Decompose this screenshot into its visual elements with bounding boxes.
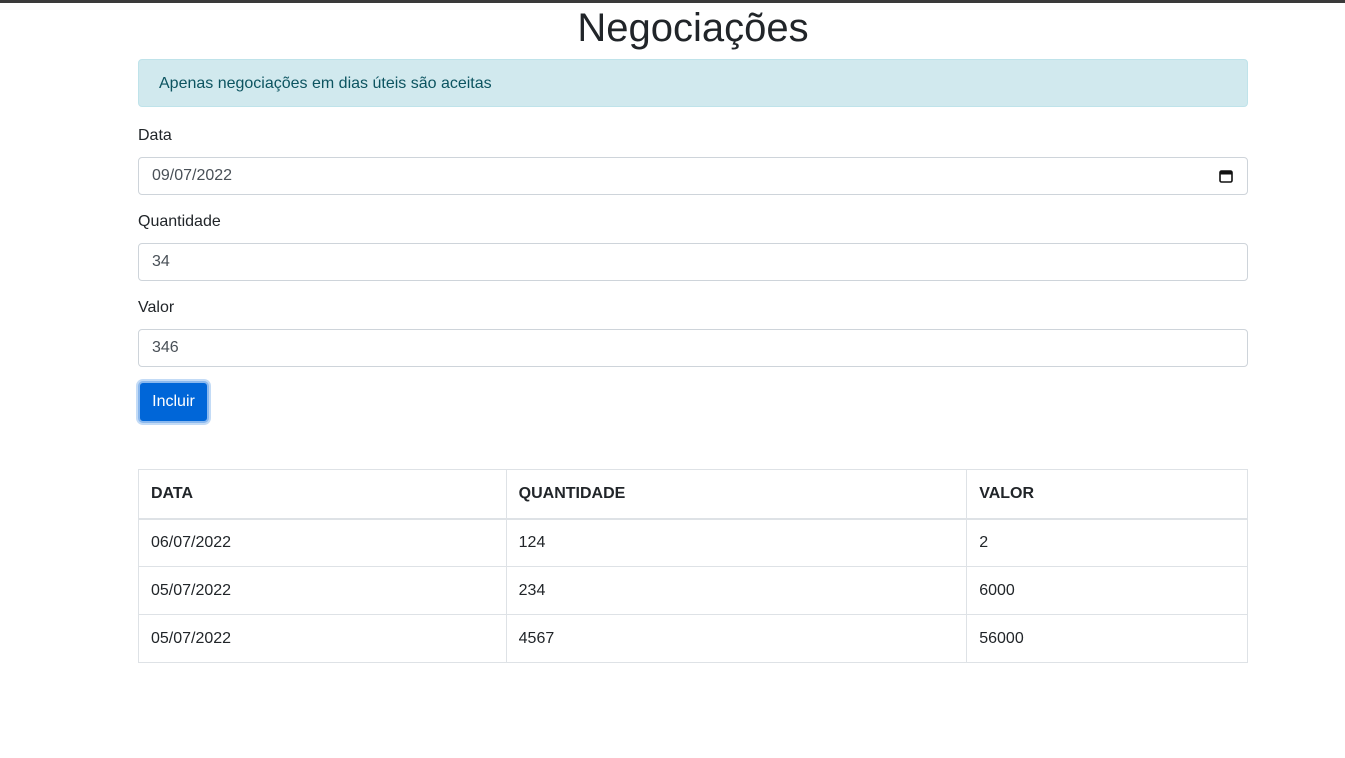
column-header-quantidade[interactable]: QUANTIDADE: [505, 469, 968, 520]
valor-input[interactable]: 346: [138, 329, 1248, 367]
cell-valor: 6000: [966, 566, 1248, 615]
cell-valor: 56000: [966, 614, 1248, 663]
table-header-row: DATA QUANTIDADE VALOR: [138, 469, 1248, 520]
calendar-icon[interactable]: [1219, 169, 1233, 183]
data-date-value: 09/07/2022: [152, 167, 233, 184]
cell-quantidade: 124: [505, 518, 968, 567]
cell-valor: 2: [966, 518, 1248, 567]
cell-quantidade: 234: [505, 566, 968, 615]
window-top-border: [0, 0, 1345, 3]
column-header-valor[interactable]: VALOR: [966, 469, 1248, 520]
negociacoes-table: DATA QUANTIDADE VALOR 06/07/2022 124 2 0…: [138, 469, 1248, 663]
column-header-data[interactable]: DATA: [138, 469, 507, 520]
cell-quantidade: 4567: [505, 614, 968, 663]
incluir-button[interactable]: Incluir: [138, 381, 209, 423]
table-row[interactable]: 05/07/2022 234 6000: [138, 566, 1248, 615]
page-title: Negociações: [577, 6, 809, 50]
data-date-input[interactable]: 09/07/2022: [138, 157, 1248, 195]
quantidade-value: 34: [152, 253, 170, 270]
cell-data: 05/07/2022: [138, 614, 507, 663]
valor-label: Valor: [138, 299, 175, 316]
cell-data: 05/07/2022: [138, 566, 507, 615]
table-row[interactable]: 05/07/2022 4567 56000: [138, 614, 1248, 663]
valor-value: 346: [152, 339, 179, 356]
quantidade-label: Quantidade: [138, 213, 221, 230]
quantidade-input[interactable]: 34: [138, 243, 1248, 281]
table-row[interactable]: 06/07/2022 124 2: [138, 518, 1248, 567]
cell-data: 06/07/2022: [138, 518, 507, 567]
info-alert: Apenas negociações em dias úteis são ace…: [138, 59, 1248, 107]
data-label: Data: [138, 127, 172, 144]
